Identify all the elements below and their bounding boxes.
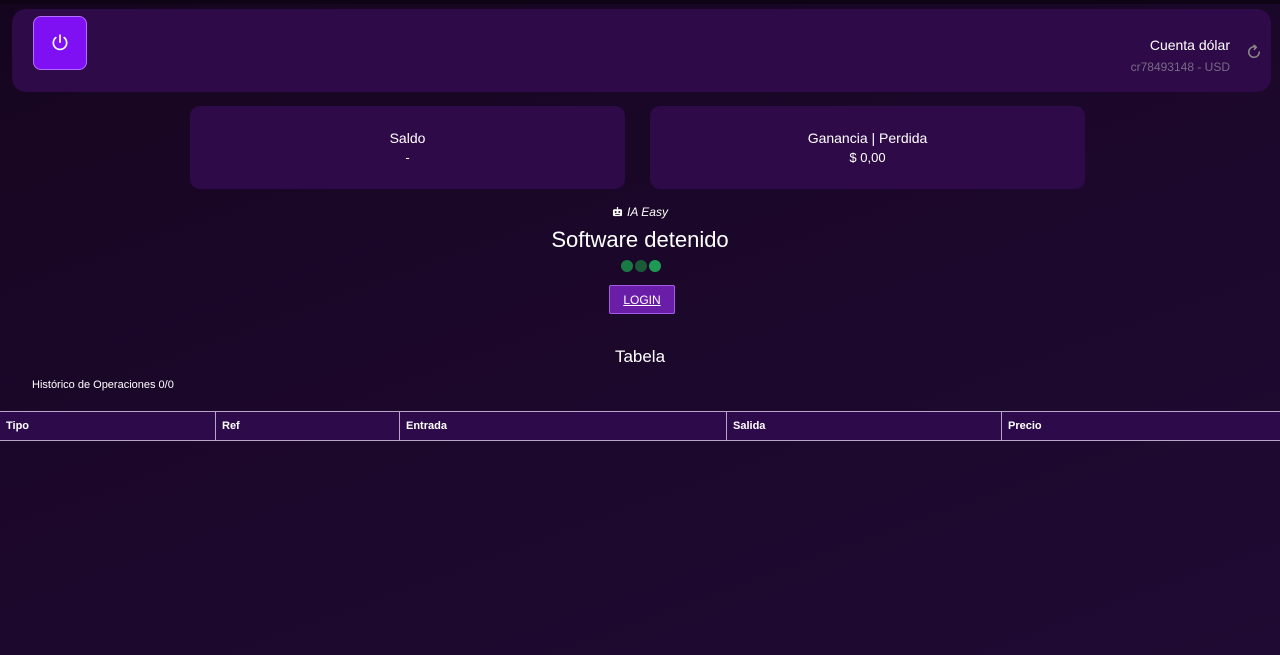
column-header-tipo[interactable]: Tipo <box>0 412 216 440</box>
status-title: Software detenido <box>551 227 729 252</box>
account-id: cr78493148 - USD <box>1130 60 1230 74</box>
saldo-card: Saldo - <box>190 106 625 189</box>
column-header-entrada[interactable]: Entrada <box>400 412 727 440</box>
table-title: Tabela <box>614 347 666 366</box>
status-dot <box>635 260 647 272</box>
history-label: Histórico de Operaciones 0/0 <box>32 379 174 391</box>
saldo-value: - <box>405 150 410 165</box>
power-button[interactable] <box>33 16 87 70</box>
top-strip <box>0 0 1280 4</box>
column-header-precio[interactable]: Precio <box>1002 412 1280 440</box>
account-info: Cuenta dólar cr78493148 - USD <box>1131 37 1230 74</box>
status-indicator <box>621 260 661 272</box>
ganancia-card: Ganancia | Perdida $ 0,00 <box>650 106 1085 189</box>
robot-icon <box>613 207 623 217</box>
saldo-label: Saldo <box>389 130 426 146</box>
status-dot <box>621 260 633 272</box>
header-bar: Cuenta dólar cr78493148 - USD <box>12 9 1271 92</box>
ganancia-value: $ 0,00 <box>849 150 886 165</box>
login-button[interactable]: LOGIN <box>609 285 675 314</box>
refresh-button[interactable] <box>1245 43 1263 61</box>
column-header-salida[interactable]: Salida <box>727 412 1002 440</box>
bot-name: IA Easy <box>627 205 668 219</box>
column-header-ref[interactable]: Ref <box>216 412 400 440</box>
status-dot <box>649 260 661 272</box>
account-name: Cuenta dólar <box>1149 37 1230 53</box>
operations-table-header: Tipo Ref Entrada Salida Precio <box>0 411 1280 441</box>
bot-label: IA Easy <box>0 205 1280 219</box>
power-icon <box>52 34 68 51</box>
refresh-icon <box>1248 44 1261 58</box>
ganancia-label: Ganancia | Perdida <box>807 130 928 146</box>
